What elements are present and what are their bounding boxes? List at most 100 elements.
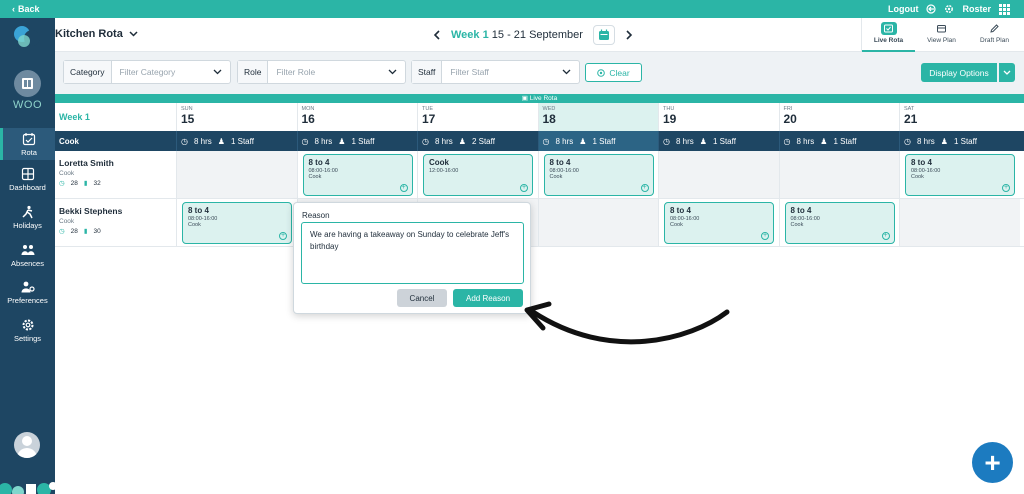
display-options-dropdown[interactable] <box>999 63 1015 82</box>
staff-role: Cook <box>59 170 75 177</box>
day-cell[interactable]: 8 to 4 08:00-16:00 Cook + <box>176 199 297 246</box>
absences-icon <box>21 245 34 255</box>
day-header: FRI 20 <box>778 103 900 131</box>
display-options-label: Display Options <box>929 67 989 78</box>
shift-card[interactable]: 8 to 4 08:00-16:00 Cook + <box>664 202 774 244</box>
shift-card[interactable]: 8 to 4 08:00-16:00 Cook + <box>543 154 654 196</box>
tab-live-rota[interactable]: Live Rota <box>862 18 915 52</box>
chevron-left-icon: ‹ <box>12 4 15 14</box>
user-avatar[interactable] <box>14 432 40 458</box>
shift-role: Cook <box>670 222 683 228</box>
role-filter[interactable]: Role Filter Role <box>237 60 406 84</box>
day-cell[interactable]: 8 to 4 08:00-16:00 Cook + <box>778 199 900 246</box>
day-cell[interactable] <box>899 199 1020 246</box>
day-date: 20 <box>783 112 797 126</box>
day-cell[interactable] <box>778 151 899 198</box>
add-icon[interactable]: + <box>520 184 528 192</box>
shift-role: Cook <box>790 222 804 228</box>
reason-label: Reason <box>302 211 330 220</box>
shift-card[interactable]: Cook 12:00-16:00 + <box>423 154 533 196</box>
add-icon[interactable]: + <box>761 232 769 240</box>
day-header: TUE 17 <box>417 103 538 131</box>
clock-icon: ◷ <box>542 136 550 146</box>
date-range: 15 - 21 September <box>491 29 583 41</box>
reason-popup: Reason We are having a takeaway on Sunda… <box>293 202 531 314</box>
shift-card[interactable]: 8 to 4 08:00-16:00 Cook + <box>182 202 292 244</box>
logout-icon[interactable] <box>926 4 937 14</box>
staff-info[interactable]: Bekki Stephens Cook ◷ 28 ▮ 30 <box>55 199 176 246</box>
shift-role: Cook <box>188 222 201 228</box>
staff-stat-2: 32 <box>93 179 101 187</box>
day-cell[interactable]: 8 to 4 08:00-16:00 Cook + <box>296 151 418 198</box>
day-cell[interactable]: Cook 12:00-16:00 + <box>417 151 538 198</box>
staff-info[interactable]: Loretta Smith Cook ◷ 28 ▮ 32 <box>55 151 176 198</box>
shift-card[interactable]: 8 to 4 08:00-16:00 Cook + <box>302 154 413 196</box>
prev-week-icon[interactable] <box>433 30 441 40</box>
sidebar-item-settings[interactable]: Settings <box>0 318 55 343</box>
staff-name: Loretta Smith <box>59 158 114 168</box>
back-link[interactable]: ‹ Back <box>12 4 40 14</box>
roster-link[interactable]: Roster <box>962 4 991 14</box>
person-icon: ♟ <box>820 136 828 146</box>
shift-role: Cook <box>549 174 563 180</box>
sidebar: WOO Rota Dashboard Holidays Absences Pre… <box>0 18 55 494</box>
contract-icon: ▮ <box>83 180 88 187</box>
tab-draft-plan[interactable]: Draft Plan <box>968 18 1021 52</box>
summary-hours: 8 hrs <box>193 136 212 146</box>
staff-row: Bekki Stephens Cook ◷ 28 ▮ 30 8 to 4 08:00-16:0… <box>55 199 1024 247</box>
contract-icon: ▮ <box>83 228 88 235</box>
day-cell[interactable]: 8 to 4 08:00-16:00 Cook + <box>899 151 1020 198</box>
day-cell[interactable] <box>176 151 297 198</box>
settings-icon[interactable] <box>944 4 954 14</box>
holidays-icon <box>21 205 33 219</box>
shift-card[interactable]: 8 to 4 08:00-16:00 Cook + <box>784 202 895 244</box>
clear-filters-button[interactable]: Clear <box>585 63 642 82</box>
staff-filter[interactable]: Staff Filter Staff <box>411 60 580 84</box>
day-cell[interactable]: 8 to 4 08:00-16:00 Cook + <box>537 151 659 198</box>
dashboard-icon <box>21 167 34 181</box>
clock-icon: ◷ <box>663 136 670 146</box>
add-icon[interactable]: + <box>640 184 649 192</box>
grid-menu-icon[interactable] <box>999 3 1010 15</box>
add-shift-button[interactable]: + <box>972 442 1013 483</box>
cancel-button[interactable]: Cancel <box>397 289 447 307</box>
display-options-button[interactable]: Display Options <box>921 63 997 82</box>
sidebar-item-absences[interactable]: Absences <box>0 243 55 268</box>
week-navigator: Week 1 15 - 21 September <box>433 25 633 45</box>
calendar-picker-button[interactable] <box>592 25 615 45</box>
rota-selector[interactable]: Kitchen Rota <box>55 28 138 40</box>
add-reason-button[interactable]: Add Reason <box>453 289 523 307</box>
day-header: SAT 21 <box>899 103 1020 131</box>
add-icon[interactable]: + <box>279 232 287 240</box>
sidebar-item-preferences[interactable]: Preferences <box>0 280 55 305</box>
sidebar-item-holidays[interactable]: Holidays <box>0 205 55 230</box>
view-switcher: Live Rota View Plan Draft Plan <box>861 18 1021 52</box>
reason-input[interactable]: We are having a takeaway on Sunday to ce… <box>301 222 524 284</box>
staff-stat-1: 28 <box>70 179 78 187</box>
role-day-summary: ◷ 8 hrs ♟ 2 Staff <box>417 131 538 151</box>
logout-link[interactable]: Logout <box>888 4 919 14</box>
shift-card[interactable]: 8 to 4 08:00-16:00 Cook + <box>905 154 1015 196</box>
day-cell[interactable] <box>658 151 779 198</box>
staff-stats: ◷ 28 ▮ 32 <box>59 179 176 188</box>
tab-view-plan[interactable]: View Plan <box>915 18 968 52</box>
add-icon[interactable]: + <box>1002 184 1010 192</box>
day-cell[interactable]: 8 to 4 08:00-16:00 Cook + <box>658 199 779 246</box>
day-cell[interactable] <box>537 199 658 246</box>
sidebar-item-label: Absences <box>11 259 44 268</box>
org-logo[interactable] <box>14 70 41 97</box>
day-date: 15 <box>181 112 195 126</box>
preferences-icon <box>21 281 35 293</box>
category-filter[interactable]: Category Filter Category <box>63 60 231 84</box>
week-label-group: Week 1 15 - 21 September <box>451 29 583 41</box>
role-label: Cook <box>59 136 79 146</box>
next-week-icon[interactable] <box>625 30 633 40</box>
add-icon[interactable]: + <box>881 232 890 240</box>
sidebar-item-rota[interactable]: Rota <box>0 128 55 160</box>
days-header: Week 1 SUN 15 MON 16 TUE 17 WED 18 THU 19 FRI… <box>55 103 1024 131</box>
summary-hours: 8 hrs <box>314 136 333 146</box>
sidebar-item-dashboard[interactable]: Dashboard <box>0 167 55 192</box>
add-icon[interactable]: + <box>399 184 408 192</box>
org-name: WOO <box>13 99 42 111</box>
category-filter-placeholder: Filter Category <box>119 67 176 77</box>
